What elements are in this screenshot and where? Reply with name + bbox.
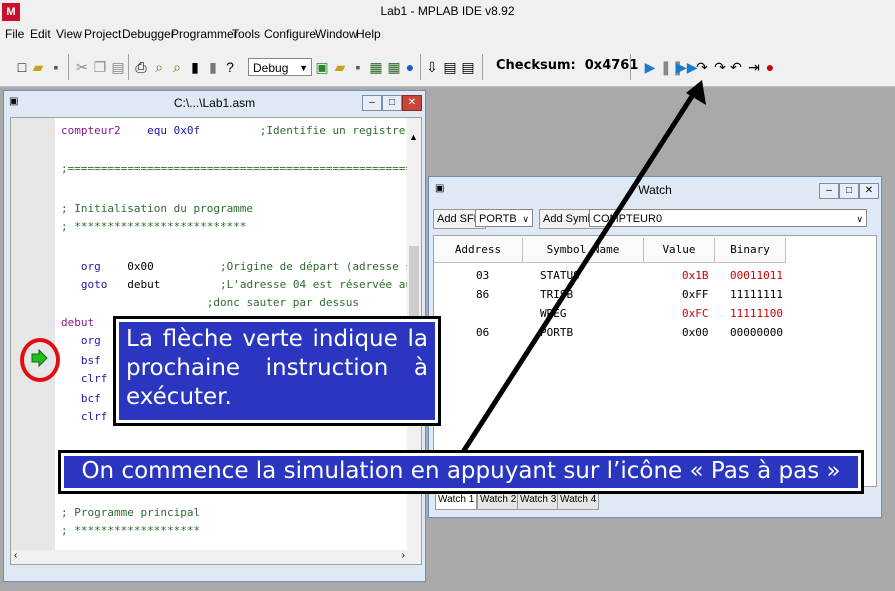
callout-green-arrow: La flèche verte indique la prochaine ins… bbox=[113, 316, 441, 426]
highlight-circle bbox=[20, 338, 60, 382]
callout-step-button: On commence la simulation en appuyant su… bbox=[58, 450, 864, 494]
annotation-overlay bbox=[31, 80, 706, 454]
pointer-arrow-line bbox=[460, 88, 699, 454]
